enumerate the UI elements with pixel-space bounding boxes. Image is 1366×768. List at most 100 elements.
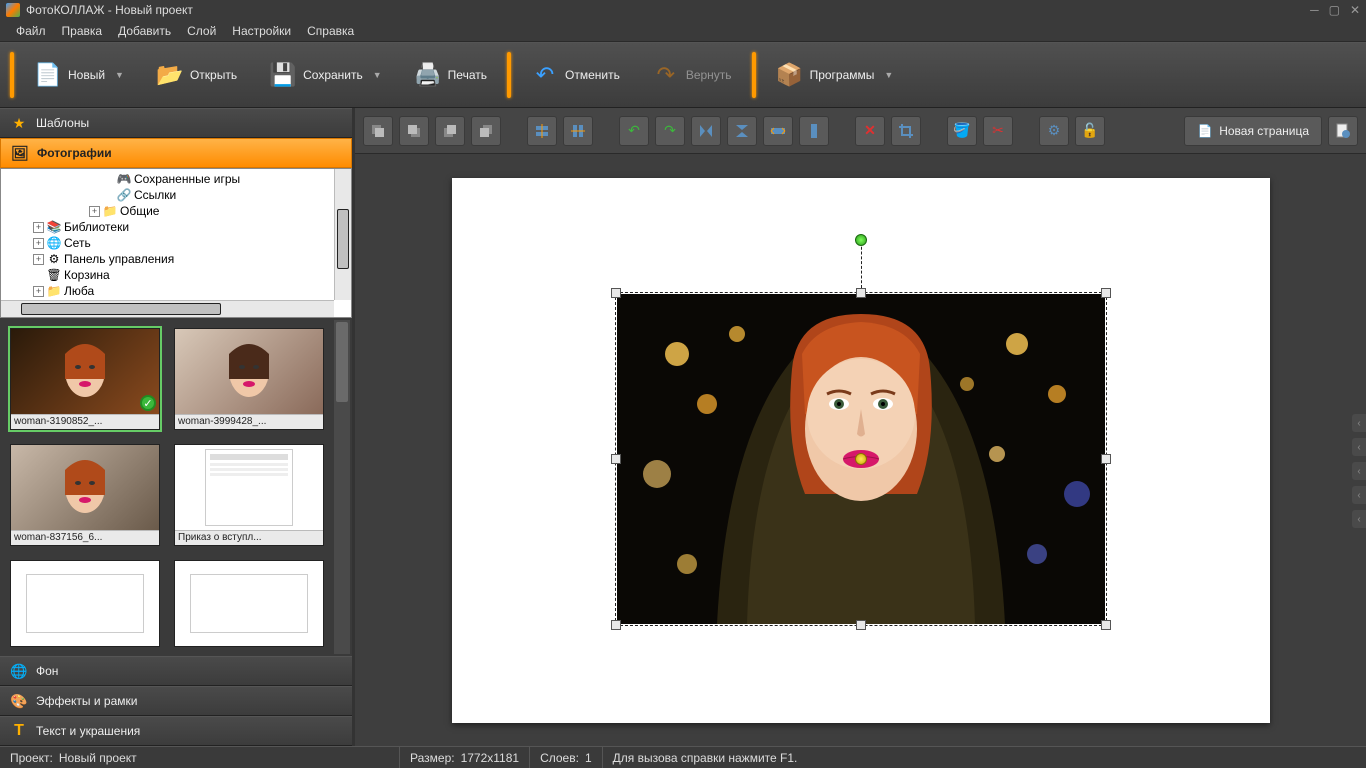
programs-button[interactable]: 📦 Программы ▼ bbox=[764, 57, 906, 93]
collage-page[interactable] bbox=[452, 178, 1270, 723]
menu-edit[interactable]: Правка bbox=[54, 22, 111, 40]
expand-icon[interactable]: + bbox=[33, 238, 44, 249]
move-up-icon[interactable] bbox=[435, 116, 465, 146]
save-button[interactable]: 💾 Сохранить ▼ bbox=[257, 57, 394, 93]
tree-row[interactable]: +🌐Сеть bbox=[5, 235, 347, 251]
resize-handle-tm[interactable] bbox=[856, 288, 866, 298]
tree-row[interactable]: +📚Библиотеки bbox=[5, 219, 347, 235]
accordion-effects[interactable]: 🎨 Эффекты и рамки bbox=[0, 686, 352, 716]
dock-tab[interactable]: ‹ bbox=[1352, 414, 1366, 432]
thumbnail-image bbox=[11, 445, 159, 530]
palette-icon: 🎨 bbox=[10, 692, 28, 710]
bring-front-icon[interactable] bbox=[363, 116, 393, 146]
resize-handle-ml[interactable] bbox=[611, 454, 621, 464]
canvas-area[interactable]: ‹ ‹ ‹ ‹ ‹ bbox=[355, 154, 1366, 746]
dock-tab[interactable]: ‹ bbox=[1352, 462, 1366, 480]
thumbnail-item[interactable]: woman-3999428_... bbox=[174, 328, 324, 430]
accordion-photos[interactable]: 🖼 Фотографии bbox=[0, 138, 352, 168]
close-button[interactable]: ✕ bbox=[1350, 3, 1360, 17]
dock-tab[interactable]: ‹ bbox=[1352, 510, 1366, 528]
tree-row[interactable]: +⚙Панель управления bbox=[5, 251, 347, 267]
center-point[interactable] bbox=[855, 453, 867, 465]
undo-button[interactable]: ↶ Отменить bbox=[519, 57, 632, 93]
thumbnail-image bbox=[175, 561, 323, 646]
status-project-name: Новый проект bbox=[59, 751, 137, 765]
photo-icon: 🖼 bbox=[11, 144, 29, 162]
rotation-handle[interactable] bbox=[855, 234, 867, 246]
selected-image[interactable] bbox=[617, 294, 1105, 624]
align-center-v-icon[interactable] bbox=[563, 116, 593, 146]
fit-height-icon[interactable] bbox=[799, 116, 829, 146]
maximize-button[interactable]: ▢ bbox=[1329, 3, 1340, 17]
globe-icon: 🌐 bbox=[10, 662, 28, 680]
expand-icon[interactable]: + bbox=[33, 254, 44, 265]
rotate-left-icon[interactable]: ↶ bbox=[619, 116, 649, 146]
tree-scrollbar-horizontal[interactable] bbox=[1, 300, 334, 317]
lock-icon[interactable]: 🔓 bbox=[1075, 116, 1105, 146]
thumbnail-item[interactable]: Приказ о вступл... bbox=[174, 444, 324, 546]
resize-handle-bm[interactable] bbox=[856, 620, 866, 630]
tree-scrollbar-vertical[interactable] bbox=[334, 169, 351, 300]
rotate-right-icon[interactable]: ↷ bbox=[655, 116, 685, 146]
resize-handle-br[interactable] bbox=[1101, 620, 1111, 630]
settings-gear-icon[interactable]: ⚙ bbox=[1039, 116, 1069, 146]
toolbar-separator bbox=[752, 52, 756, 98]
thumbnail-item[interactable]: woman-837156_6... bbox=[10, 444, 160, 546]
menu-layer[interactable]: Слой bbox=[179, 22, 224, 40]
accordion-templates[interactable]: ★ Шаблоны bbox=[0, 108, 352, 138]
fit-width-icon[interactable] bbox=[763, 116, 793, 146]
paint-bucket-icon[interactable]: 🪣 bbox=[947, 116, 977, 146]
page-settings-icon[interactable] bbox=[1328, 116, 1358, 146]
menu-add[interactable]: Добавить bbox=[110, 22, 179, 40]
minimize-button[interactable]: ─ bbox=[1310, 3, 1319, 17]
right-dock: ‹ ‹ ‹ ‹ ‹ bbox=[1352, 414, 1366, 528]
tree-row[interactable]: 🔗Ссылки bbox=[5, 187, 347, 203]
expand-icon[interactable]: + bbox=[89, 206, 100, 217]
redo-button[interactable]: ↷ Вернуть bbox=[640, 57, 744, 93]
thumbnail-caption: woman-3999428_... bbox=[175, 414, 323, 429]
resize-handle-tr[interactable] bbox=[1101, 288, 1111, 298]
new-button[interactable]: 📄 Новый ▼ bbox=[22, 57, 136, 93]
expand-icon[interactable]: + bbox=[33, 222, 44, 233]
flip-v-icon[interactable] bbox=[727, 116, 757, 146]
dock-tab[interactable]: ‹ bbox=[1352, 438, 1366, 456]
menu-help[interactable]: Справка bbox=[299, 22, 362, 40]
dock-tab[interactable]: ‹ bbox=[1352, 486, 1366, 504]
thumbnail-item[interactable]: ✓woman-3190852_... bbox=[10, 328, 160, 430]
expand-icon[interactable]: + bbox=[33, 286, 44, 297]
folder-icon: 🔗 bbox=[116, 188, 132, 202]
resize-handle-mr[interactable] bbox=[1101, 454, 1111, 464]
folder-tree[interactable]: 🎮Сохраненные игры🔗Ссылки+📁Общие+📚Библиот… bbox=[0, 168, 352, 318]
templates-label: Шаблоны bbox=[36, 116, 89, 130]
thumbnail-item[interactable] bbox=[174, 560, 324, 647]
crop-icon[interactable] bbox=[891, 116, 921, 146]
folder-icon: 📚 bbox=[46, 220, 62, 234]
tree-row[interactable]: +📁Общие bbox=[5, 203, 347, 219]
statusbar: Проект: Новый проект Размер: 1772x1181 С… bbox=[0, 746, 1366, 768]
delete-icon[interactable]: ✕ bbox=[855, 116, 885, 146]
cut-icon[interactable]: ✂ bbox=[983, 116, 1013, 146]
menu-settings[interactable]: Настройки bbox=[224, 22, 299, 40]
tree-label: Ссылки bbox=[134, 188, 176, 202]
new-label: Новый bbox=[68, 68, 105, 82]
new-file-icon: 📄 bbox=[34, 61, 62, 89]
print-button[interactable]: 🖨️ Печать bbox=[402, 57, 499, 93]
tree-row[interactable]: 🎮Сохраненные игры bbox=[5, 171, 347, 187]
flip-h-icon[interactable] bbox=[691, 116, 721, 146]
menu-file[interactable]: Файл bbox=[8, 22, 54, 40]
send-back-icon[interactable] bbox=[399, 116, 429, 146]
move-down-icon[interactable] bbox=[471, 116, 501, 146]
thumbs-scrollbar[interactable] bbox=[334, 320, 350, 654]
tree-row[interactable]: 🗑Корзина bbox=[5, 267, 347, 283]
accordion-text[interactable]: T Текст и украшения bbox=[0, 716, 352, 746]
new-page-button[interactable]: 📄 Новая страница bbox=[1184, 116, 1322, 146]
align-center-h-icon[interactable] bbox=[527, 116, 557, 146]
resize-handle-tl[interactable] bbox=[611, 288, 621, 298]
thumbnail-item[interactable] bbox=[10, 560, 160, 647]
open-button[interactable]: 📂 Открыть bbox=[144, 57, 249, 93]
tree-row[interactable]: +📁Люба bbox=[5, 283, 347, 299]
thumbnail-caption: woman-837156_6... bbox=[11, 530, 159, 545]
accordion-background[interactable]: 🌐 Фон bbox=[0, 656, 352, 686]
status-hint: Для вызова справки нажмите F1. bbox=[613, 751, 798, 765]
resize-handle-bl[interactable] bbox=[611, 620, 621, 630]
